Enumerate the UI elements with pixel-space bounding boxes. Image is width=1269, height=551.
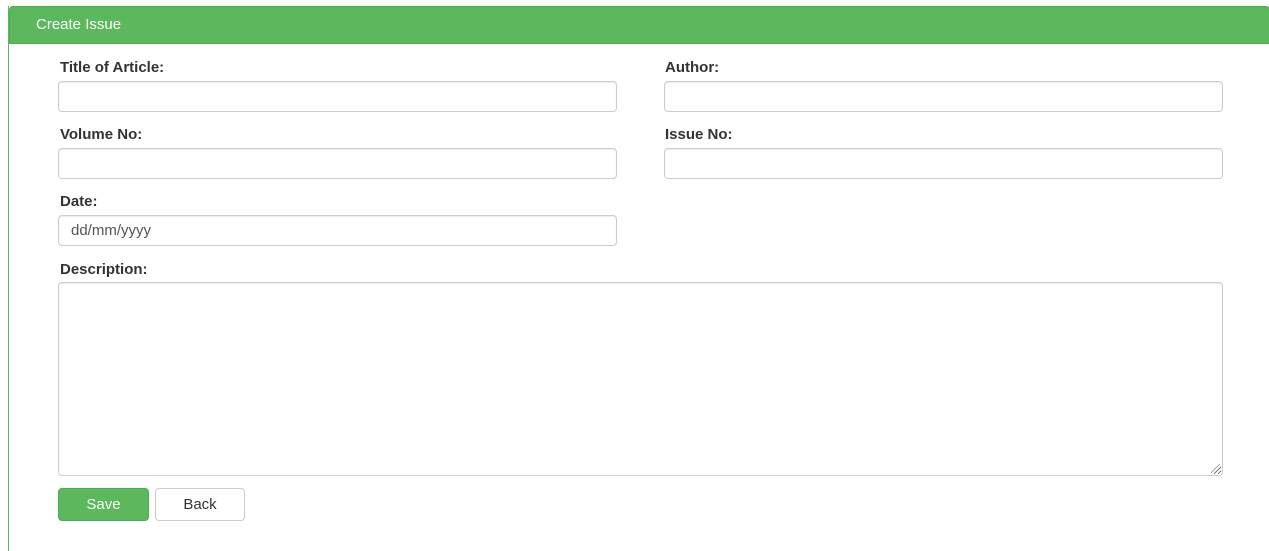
save-button[interactable]: Save <box>58 488 149 521</box>
volume-no-label: Volume No: <box>60 126 143 143</box>
issue-no-label: Issue No: <box>665 126 733 143</box>
title-of-article-input[interactable] <box>58 81 617 112</box>
panel-heading: Create Issue <box>9 6 1269 44</box>
date-label: Date: <box>60 193 98 210</box>
date-input[interactable] <box>58 215 617 246</box>
description-label: Description: <box>60 261 148 278</box>
resize-grip-icon[interactable] <box>1211 464 1220 473</box>
volume-no-input[interactable] <box>58 148 617 179</box>
author-input[interactable] <box>664 81 1223 112</box>
title-of-article-label: Title of Article: <box>60 59 165 76</box>
description-textarea[interactable] <box>58 282 1223 476</box>
author-label: Author: <box>665 59 720 76</box>
issue-no-input[interactable] <box>664 148 1223 179</box>
back-button[interactable]: Back <box>155 488 245 521</box>
